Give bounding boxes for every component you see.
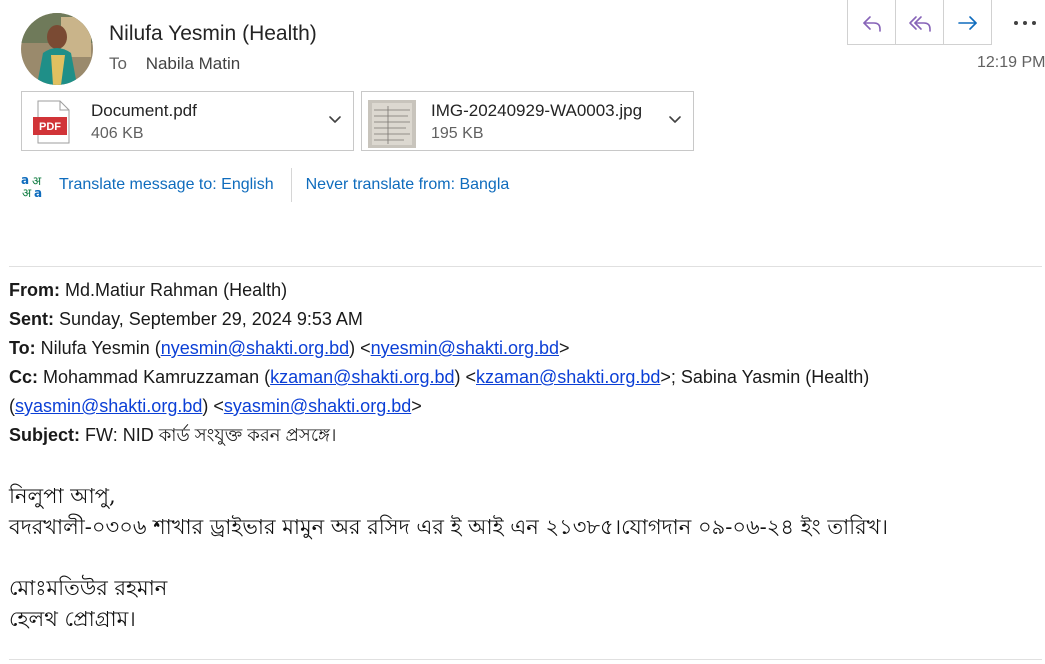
reply-button-group [847, 0, 992, 45]
message-actions [847, 0, 992, 45]
from-label: From: [9, 280, 60, 300]
svg-text:a: a [21, 173, 29, 187]
reply-all-button[interactable] [895, 0, 943, 45]
cc-label: Cc: [9, 367, 39, 387]
cc-email-link[interactable]: kzaman@shakti.org.bd [270, 367, 454, 387]
translate-link[interactable]: Translate message to: English [59, 176, 274, 194]
sent-label: Sent: [9, 309, 54, 329]
cc-email-link[interactable]: syasmin@shakti.org.bd [15, 396, 202, 416]
cc-email-link[interactable]: syasmin@shakti.org.bd [224, 396, 411, 416]
forwarded-from: From: Md.Matiur Rahman (Health) [9, 276, 1039, 305]
to-name: Nilufa Yesmin [40, 338, 150, 358]
attachment-size: 406 KB [91, 125, 144, 142]
sender-name[interactable]: Nilufa Yesmin (Health) [109, 22, 317, 46]
more-actions-button[interactable] [1005, 0, 1045, 45]
forwarded-to: To: Nilufa Yesmin (nyesmin@shakti.org.bd… [9, 338, 570, 358]
subject-value: FW: NID কার্ড সংযুক্ত করন প্রসঙ্গে। [85, 425, 337, 445]
translate-divider [290, 168, 292, 202]
more-icon [1014, 20, 1036, 25]
reply-button[interactable] [848, 0, 895, 45]
to-email-link[interactable]: nyesmin@shakti.org.bd [371, 338, 559, 358]
body-line: বদরখালী-০৩০৬ শাখার ড্রাইভার মামুন অর রসি… [9, 515, 889, 539]
forward-icon [957, 15, 977, 30]
subject-label: Subject: [9, 425, 81, 445]
translate-icon: a अ अ a [21, 173, 42, 198]
signature-department: হেলথ প্রোগ্রাম। [9, 607, 136, 631]
cc-email-link[interactable]: kzaman@shakti.org.bd [476, 367, 660, 387]
attachment-name: IMG-20240929-WA0003.jpg [431, 101, 643, 120]
reply-icon [862, 15, 881, 32]
attachment-size: 195 KB [431, 125, 484, 142]
reply-all-icon [908, 15, 931, 32]
svg-text:अ: अ [22, 186, 32, 198]
attachment-name: Document.pdf [91, 101, 197, 120]
forwarded-cc: Cc: Mohammad Kamruzzaman (kzaman@shakti.… [9, 367, 870, 416]
sent-value: Sunday, September 29, 2024 9:53 AM [59, 309, 363, 329]
forwarded-sent: Sent: Sunday, September 29, 2024 9:53 AM [9, 305, 1039, 334]
avatar-photo [21, 13, 93, 85]
signature-name: মোঃমতিউর রহমান [9, 576, 168, 600]
to-label: To [109, 54, 127, 73]
footer-divider [9, 659, 1042, 660]
from-value: Md.Matiur Rahman (Health) [65, 280, 288, 300]
chevron-down-icon[interactable] [327, 112, 343, 128]
image-thumbnail [368, 100, 416, 148]
translate-bar: a अ अ a Translate message to: English Ne… [20, 168, 510, 202]
forward-button[interactable] [943, 0, 991, 45]
cc-name: Mohammad Kamruzzaman [43, 367, 260, 387]
chevron-down-icon[interactable] [667, 112, 683, 128]
to-email-link[interactable]: nyesmin@shakti.org.bd [161, 338, 349, 358]
received-time: 12:19 PM [977, 54, 1045, 71]
recipient-line: To Nabila Matin [109, 54, 240, 74]
forwarded-header: From: Md.Matiur Rahman (Health) Sent: Su… [9, 276, 1039, 450]
body-greeting: নিলুপা আপু, [9, 484, 116, 508]
pdf-badge: PDF [39, 121, 61, 133]
forwarded-subject: Subject: FW: NID কার্ড সংযুক্ত করন প্রসঙ… [9, 421, 1039, 450]
recipient-name[interactable]: Nabila Matin [146, 54, 241, 73]
never-translate-link[interactable]: Never translate from: Bangla [306, 176, 510, 194]
attachment-image[interactable]: IMG-20240929-WA0003.jpg 195 KB [361, 91, 694, 151]
pdf-file-icon: PDF [33, 100, 70, 144]
sender-avatar[interactable] [21, 13, 93, 85]
cc-name: Sabina Yasmin (Health) [680, 367, 870, 387]
header-divider [9, 266, 1042, 267]
to-label: To: [9, 338, 36, 358]
svg-text:a: a [34, 186, 42, 198]
attachment-pdf[interactable]: PDF Document.pdf 406 KB [21, 91, 354, 151]
